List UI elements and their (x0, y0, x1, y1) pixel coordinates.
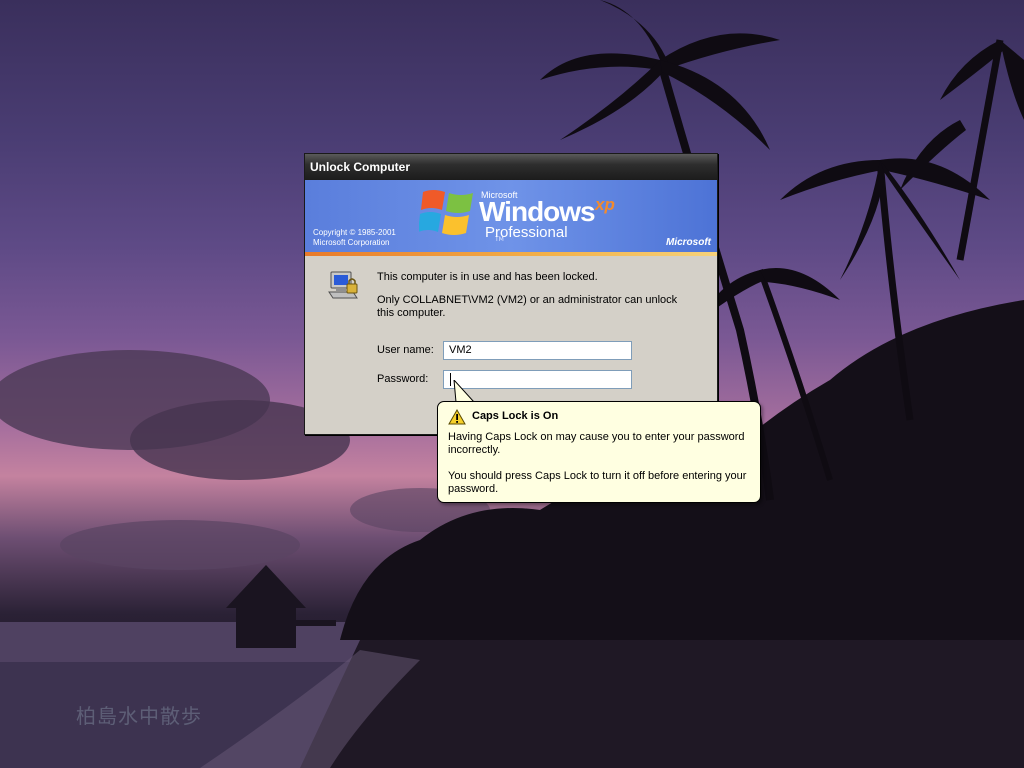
caps-lock-balloon[interactable]: Caps Lock is On Having Caps Lock on may … (437, 401, 761, 503)
dialog-title: Unlock Computer (305, 154, 717, 180)
warning-icon (448, 409, 466, 425)
balloon-title: Caps Lock is On (472, 410, 559, 422)
xp-wordmark: xp (595, 195, 615, 214)
locked-computer-icon (328, 271, 358, 299)
microsoft-logo: Microsoft (666, 237, 711, 248)
desktop: 柏島水中散歩 Unlock Computer Copyright © 1985-… (0, 0, 1024, 768)
copyright-line1: Copyright © 1985-2001 (313, 228, 396, 237)
wallpaper-watermark: 柏島水中散歩 (76, 704, 202, 728)
balloon-message-1: Having Caps Lock on may cause you to ent… (448, 431, 745, 456)
password-label: Password: (377, 373, 429, 385)
username-field[interactable]: VM2 (443, 341, 632, 360)
unlock-computer-dialog: Unlock Computer Copyright © 1985-2001 Mi… (304, 153, 718, 435)
username-label: User name: (377, 344, 434, 356)
copyright-line2: Microsoft Corporation (313, 238, 390, 247)
locked-message: This computer is in use and has been loc… (377, 271, 598, 283)
windows-xp-banner: Copyright © 1985-2001 Microsoft Corporat… (305, 180, 717, 256)
windows-flag-icon (419, 190, 473, 235)
copyright-text: Copyright © 1985-2001 Microsoft Corporat… (313, 228, 396, 248)
unlock-permission-message: Only COLLABNET\VM2 (VM2) or an administr… (377, 294, 678, 319)
balloon-message-2: You should press Caps Lock to turn it of… (448, 470, 747, 495)
edition-text: Professional (485, 224, 568, 241)
